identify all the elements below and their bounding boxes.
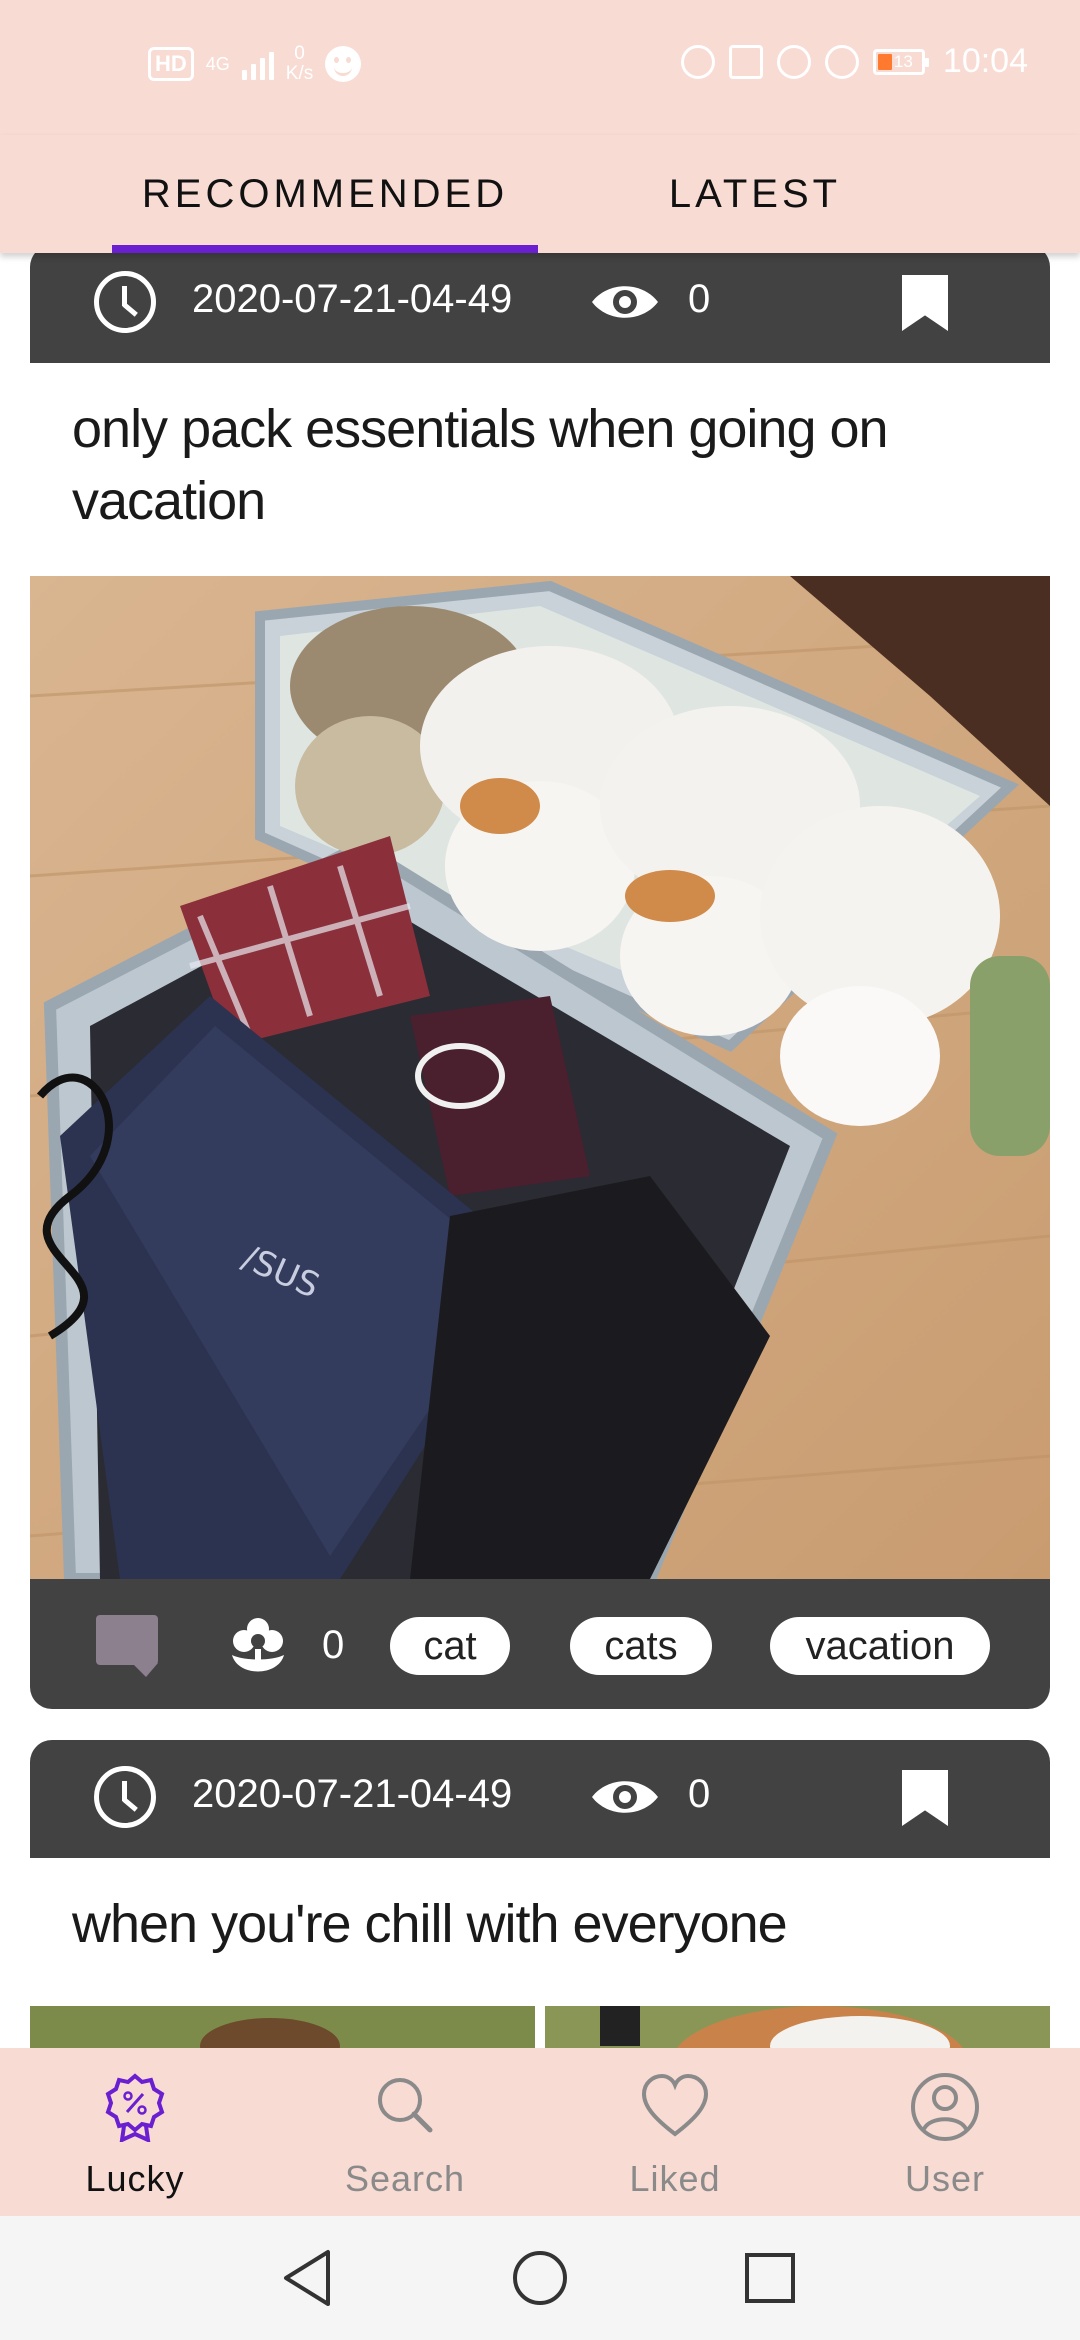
cats-in-suitcase-image: /SUS	[30, 576, 1050, 1579]
post-date: 2020-07-21-04-49	[192, 1772, 513, 1816]
battery-level: 13	[893, 51, 913, 71]
clock-icon	[94, 1766, 156, 1828]
battery-icon: 13	[872, 48, 929, 75]
nav-user-label: User	[904, 2158, 985, 2199]
post-date: 2020-07-21-04-49	[192, 277, 513, 321]
post-footer: 0 cat cats vacation	[30, 1579, 1050, 1709]
user-icon	[911, 2073, 979, 2141]
tag-chip[interactable]: vacation	[770, 1617, 990, 1675]
nav-user[interactable]: User	[810, 2048, 1080, 2216]
comment-icon[interactable]	[96, 1615, 158, 1677]
hd-indicator: HD	[148, 47, 194, 81]
status-right: 13 10:04	[680, 42, 1028, 81]
status-bar: HD 4G 0 K/s 13 10:04	[0, 0, 1080, 135]
tab-recommended[interactable]: RECOMMENDED	[112, 135, 538, 253]
network-speed: 0 K/s	[286, 44, 313, 84]
signal-icon	[241, 48, 274, 80]
bottom-nav-bar: Lucky Search Liked User	[0, 2048, 1080, 2216]
bookmark-icon[interactable]	[902, 275, 948, 331]
recents-icon[interactable]	[738, 2246, 802, 2310]
tab-indicator	[112, 245, 538, 253]
system-nav-bar	[0, 2216, 1080, 2340]
mute-icon	[824, 44, 859, 79]
post-card[interactable]: 2020-07-21-04-49 0 when you're chill wit…	[30, 1740, 1050, 2048]
eye-comfort-icon	[680, 44, 715, 79]
nav-lucky-label: Lucky	[85, 2158, 185, 2199]
network-speed-value: 0	[294, 43, 305, 64]
home-icon[interactable]	[508, 2246, 572, 2310]
clock-time: 10:04	[942, 42, 1028, 80]
heart-icon	[641, 2073, 709, 2137]
post-header: 2020-07-21-04-49 0	[30, 253, 1050, 363]
post-views: 0	[688, 1772, 711, 1816]
post-title: only pack essentials when going on vacat…	[72, 399, 889, 531]
nav-liked-label: Liked	[629, 2158, 721, 2199]
post-header: 2020-07-21-04-49 0	[30, 1740, 1050, 1858]
status-left: HD 4G 0 K/s	[148, 44, 362, 84]
search-icon	[378, 2078, 433, 2133]
top-tab-bar: RECOMMENDED LATEST	[0, 135, 1080, 253]
eye-icon	[592, 286, 658, 318]
alarm-icon	[776, 44, 811, 79]
nav-lucky[interactable]: Lucky	[0, 2048, 270, 2216]
tag-chip[interactable]: cat	[390, 1617, 510, 1675]
back-icon[interactable]	[278, 2246, 342, 2310]
tab-latest[interactable]: LATEST	[600, 135, 910, 253]
network-speed-unit: K/s	[285, 63, 314, 84]
badge-percent-icon	[105, 2073, 165, 2142]
post-feed[interactable]: 2020-07-21-04-49 0 only pack essentials …	[0, 253, 1080, 2048]
network-type: 4G	[205, 54, 230, 74]
eye-icon	[592, 1781, 658, 1813]
bookmark-icon[interactable]	[902, 1770, 948, 1826]
post-card[interactable]: 2020-07-21-04-49 0 only pack essentials …	[30, 253, 1050, 1715]
smiley-icon	[325, 46, 362, 82]
post-image[interactable]	[30, 2006, 1050, 2048]
nfc-icon	[728, 44, 763, 79]
post-views: 0	[688, 277, 711, 321]
post-image[interactable]: /SUS	[30, 576, 1050, 1579]
nav-liked[interactable]: Liked	[540, 2048, 810, 2216]
tag-chip[interactable]: cats	[570, 1617, 712, 1675]
nav-search-label: Search	[344, 2158, 466, 2199]
clock-icon	[94, 271, 156, 333]
capybara-image	[30, 2006, 1050, 2048]
like-count: 0	[322, 1623, 345, 1667]
flower-like-icon[interactable]	[228, 1615, 288, 1679]
post-title: when you're chill with everyone	[72, 1894, 788, 1954]
nav-search[interactable]: Search	[270, 2048, 540, 2216]
